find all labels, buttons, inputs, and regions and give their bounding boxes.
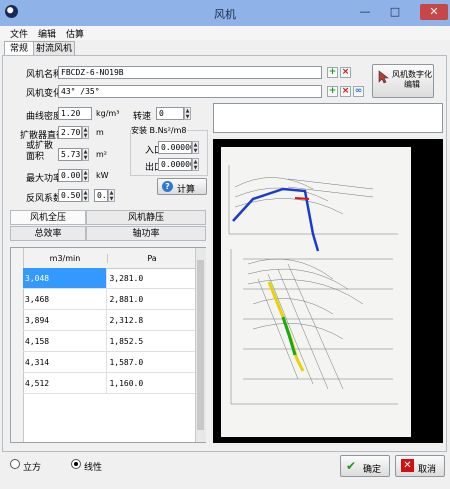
delete-fan-icon[interactable]: ×	[340, 67, 351, 78]
cell-flow[interactable]: 3,048	[23, 268, 107, 289]
cell-flow[interactable]: 4,314	[23, 351, 107, 373]
fan-digitize-button[interactable]: 风机数字化编辑	[372, 64, 434, 98]
speed-spinner[interactable]: ▲ ▼	[184, 107, 191, 120]
ok-button[interactable]: ✔ 确定	[340, 455, 390, 477]
tab-shaft-power[interactable]: 轴功率	[86, 226, 206, 241]
diffuser-diameter-input[interactable]: 2.70	[58, 126, 82, 139]
curve-density-input[interactable]: 1.20	[58, 107, 92, 120]
data-grid[interactable]: m3/min Pa 3,048 3,281.0 3,468 2,881.0 3,894 2…	[10, 247, 206, 443]
radio-linear[interactable]	[71, 459, 81, 469]
max-power-input[interactable]: 0.00	[58, 169, 82, 182]
cell-flow[interactable]: 3,468	[23, 288, 107, 310]
outlet-input[interactable]: 0.00000	[158, 158, 192, 171]
column-header-pressure[interactable]: Pa	[107, 254, 196, 263]
tab-jet-fan[interactable]: 射流风机	[33, 41, 75, 56]
check-icon: ✔	[346, 459, 357, 473]
calculate-button[interactable]: ? 计算	[157, 178, 207, 195]
add-change-icon[interactable]: +	[327, 86, 338, 97]
fan-change-input[interactable]: 43° /35°	[58, 85, 322, 98]
minimize-button[interactable]: —	[354, 4, 376, 20]
reverse-coef-input-2[interactable]: 0.50	[94, 189, 108, 202]
max-power-label: 最大功率	[26, 174, 63, 184]
window-title: 风机	[214, 8, 236, 21]
radio-linear-dot	[74, 462, 78, 466]
cell-flow[interactable]: 4,158	[23, 330, 107, 352]
fan-curve-image-panel	[213, 139, 443, 443]
curve-density-label: 曲线密度	[26, 112, 63, 122]
column-header-flow[interactable]: m3/min	[23, 254, 107, 263]
cancel-icon: ✕	[401, 459, 414, 472]
diffuser-diameter-spinner[interactable]: ▲ ▼	[82, 126, 89, 139]
diffuser-area-label: 或扩散面积	[26, 141, 54, 162]
fan-name-input[interactable]: FBCDZ-6-NO19B	[58, 66, 322, 79]
tab-total-efficiency[interactable]: 总效率	[10, 226, 86, 241]
tab-general[interactable]: 常规	[4, 41, 34, 56]
digitize-label: 风机数字化编辑	[392, 70, 432, 89]
fan-curve-image[interactable]	[213, 139, 443, 443]
table-row[interactable]: 3,468 2,881.0	[23, 288, 195, 310]
menu-edit[interactable]: 编辑	[38, 27, 56, 40]
fan-name-label: 风机名称	[26, 70, 63, 80]
menu-estimate[interactable]: 估算	[66, 27, 84, 40]
cell-pressure[interactable]: 1,852.5	[106, 330, 195, 352]
max-power-spinner[interactable]: ▲ ▼	[82, 169, 89, 182]
table-row[interactable]: 4,512 1,160.0	[23, 372, 195, 394]
help-icon: ?	[162, 181, 173, 192]
outlet-spinner[interactable]: ▲ ▼	[192, 158, 199, 171]
menu-bar: 文件 编辑 估算	[0, 26, 450, 40]
notes-textarea[interactable]	[213, 103, 443, 133]
ok-label: 确定	[363, 465, 382, 475]
cancel-label: 取消	[418, 465, 437, 475]
inlet-spinner[interactable]: ▲ ▼	[192, 141, 199, 154]
reverse-coef-input-1[interactable]: 0.50	[58, 189, 82, 202]
cursor-icon	[378, 70, 389, 84]
speed-label: 转速	[133, 112, 152, 122]
scrollbar-thumb[interactable]	[197, 260, 204, 430]
table-row[interactable]: 4,158 1,852.5	[23, 330, 195, 352]
radio-cubic-label: 立方	[23, 463, 42, 473]
diffuser-diameter-unit: m	[96, 128, 104, 137]
cell-flow[interactable]: 3,894	[23, 309, 107, 331]
cell-flow[interactable]: 4,512	[23, 372, 107, 394]
title-bar: 风机 — □ ✕	[0, 0, 450, 26]
cell-pressure[interactable]: 1,160.0	[106, 372, 195, 394]
radio-cubic[interactable]	[10, 459, 20, 469]
diffuser-area-unit: m²	[96, 150, 107, 159]
overlay-red-curve	[294, 197, 310, 200]
reverse-coef-spinner-2[interactable]: ▲ ▼	[108, 189, 115, 202]
reverse-coef-spinner-1[interactable]: ▲ ▼	[82, 189, 89, 202]
cell-pressure[interactable]: 2,881.0	[106, 288, 195, 310]
cancel-button[interactable]: ✕ 取消	[395, 455, 445, 477]
cell-pressure[interactable]: 3,281.0	[106, 268, 195, 289]
install-label: 安装 B.Ns²/m8	[131, 125, 187, 136]
fan-change-label: 风机变化	[26, 89, 63, 99]
grid-table: 3,048 3,281.0 3,468 2,881.0 3,894 2,312.8 4,15…	[23, 268, 195, 394]
table-row[interactable]: 4,314 1,587.0	[23, 351, 195, 373]
maximize-button[interactable]: □	[384, 4, 406, 20]
diffuser-area-input[interactable]: 5.73	[58, 148, 82, 161]
table-row[interactable]: 3,894 2,312.8	[23, 309, 195, 331]
cell-pressure[interactable]: 1,587.0	[106, 351, 195, 373]
delete-change-icon[interactable]: ×	[340, 86, 351, 97]
calculate-label: 计算	[177, 185, 196, 195]
add-fan-icon[interactable]: +	[327, 67, 338, 78]
curve-density-unit: kg/m³	[96, 109, 120, 118]
table-row[interactable]: 3,048 3,281.0	[23, 268, 195, 289]
radio-linear-label: 线性	[84, 463, 103, 473]
menu-file[interactable]: 文件	[10, 27, 28, 40]
cell-pressure[interactable]: 2,312.8	[106, 309, 195, 331]
max-power-unit: kW	[96, 171, 109, 180]
diffuser-area-spinner[interactable]: ▲ ▼	[82, 148, 89, 161]
vertical-scrollbar[interactable]	[195, 248, 206, 442]
tab-fan-static-pressure[interactable]: 风机静压	[86, 210, 206, 225]
link-change-icon[interactable]: ∞	[353, 86, 364, 97]
close-button[interactable]: ✕	[420, 4, 448, 20]
speed-input[interactable]: 0	[156, 107, 184, 120]
reverse-coef-label: 反风系数	[26, 194, 63, 204]
tab-fan-total-pressure[interactable]: 风机全压	[10, 210, 86, 225]
inlet-input[interactable]: 0.00000	[158, 141, 192, 154]
